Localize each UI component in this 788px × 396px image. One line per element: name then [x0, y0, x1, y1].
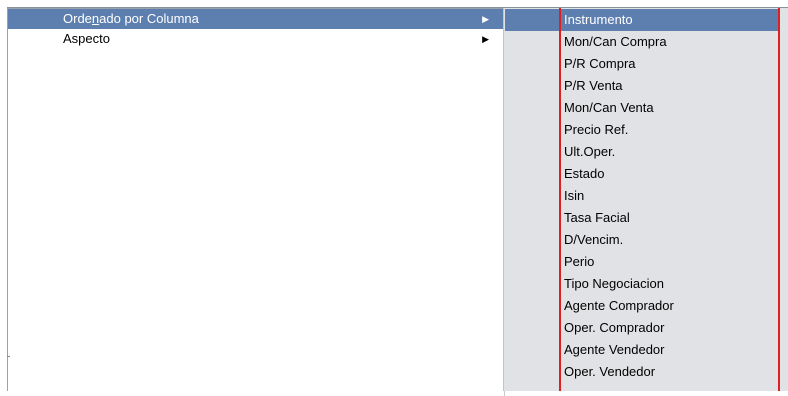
annotation-line-right — [778, 8, 780, 391]
submenu-item-agente-vendedor[interactable]: Agente Vendedor — [562, 339, 774, 361]
submenu-item-estado[interactable]: Estado — [562, 163, 774, 185]
context-menu: Ordenado por Columna ▶ Aspecto ▶ — [7, 8, 505, 396]
submenu-item-precio-ref[interactable]: Precio Ref. — [562, 119, 774, 141]
submenu-item-isin[interactable]: Isin — [562, 185, 774, 207]
submenu-item-mon-can-compra[interactable]: Mon/Can Compra — [562, 31, 774, 53]
submenu-item-instrumento[interactable]: Instrumento — [505, 9, 780, 31]
menu-item-label: Aspecto — [63, 31, 110, 46]
submenu-arrow-icon: ▶ — [482, 34, 489, 44]
submenu-gutter — [504, 8, 556, 391]
annotation-line-left — [559, 8, 561, 391]
divider-tick — [7, 356, 10, 357]
menu-item-ordenado-por-columna[interactable]: Ordenado por Columna ▶ — [8, 9, 503, 29]
menu-item-label: Ordenado por Columna — [63, 11, 199, 26]
submenu-item-pr-compra[interactable]: P/R Compra — [562, 53, 774, 75]
submenu-item-pr-venta[interactable]: P/R Venta — [562, 75, 774, 97]
submenu-item-mon-can-venta[interactable]: Mon/Can Venta — [562, 97, 774, 119]
submenu-item-agente-comprador[interactable]: Agente Comprador — [562, 295, 774, 317]
submenu-item-d-vencim[interactable]: D/Vencim. — [562, 229, 774, 251]
submenu-item-tipo-negociacion[interactable]: Tipo Negociacion — [562, 273, 774, 295]
submenu-arrow-icon: ▶ — [482, 14, 489, 24]
menu-item-aspecto[interactable]: Aspecto ▶ — [8, 29, 503, 49]
screenshot-frame: Ordenado por Columna ▶ Aspecto ▶ Instrum… — [0, 0, 788, 396]
submenu-item-oper-vendedor[interactable]: Oper. Vendedor — [562, 361, 774, 383]
submenu-gutter — [780, 8, 788, 391]
submenu-item-perio[interactable]: Perio — [562, 251, 774, 273]
column-order-submenu: Instrumento Mon/Can Compra P/R Compra P/… — [503, 8, 788, 391]
submenu-item-tasa-facial[interactable]: Tasa Facial — [562, 207, 774, 229]
submenu-item-oper-comprador[interactable]: Oper. Comprador — [562, 317, 774, 339]
submenu-item-ult-oper[interactable]: Ult.Oper. — [562, 141, 774, 163]
